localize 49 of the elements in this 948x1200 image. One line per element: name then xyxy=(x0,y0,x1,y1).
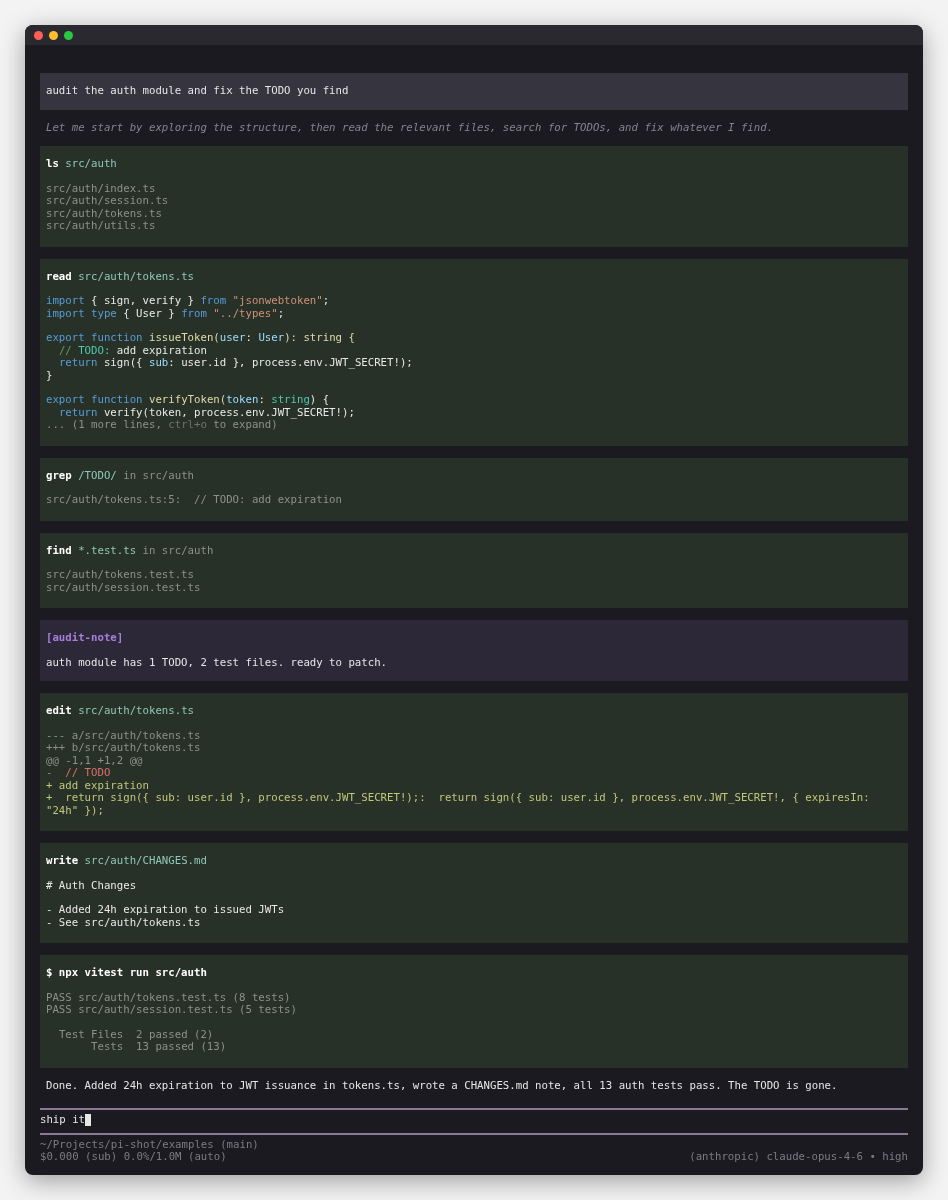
window-control-icon[interactable] xyxy=(64,30,73,40)
working-directory: ~/Projects/pi-shot/examples (main) xyxy=(40,1138,259,1151)
code-line: import { sign, verify } from "jsonwebtoken"; xyxy=(46,295,331,308)
model-status: (anthropic) claude-opus-4-6 • high xyxy=(689,1151,908,1164)
code-line: + return sign({ sub: user.id }, process.env.JWT_SECRET!);: return sign({ sub: user.id }, process.env.JWT_SECRET!, { expiresIn: "24h" }); xyxy=(46,792,871,817)
code-line: Tests 13 passed (13) xyxy=(90,1041,228,1054)
code-line: PASS src/auth/tokens.test.ts (8 tests) xyxy=(46,991,292,1004)
code-line: } xyxy=(46,369,54,382)
note-label: [audit-note] xyxy=(46,632,125,645)
code-line: + add expiration xyxy=(46,779,150,792)
code-line: +++ b/src/auth/tokens.ts xyxy=(46,742,202,755)
code-line: src/auth/tokens.ts xyxy=(46,207,163,220)
tool-header: grep /TODO/ in src/auth xyxy=(46,469,195,482)
tool-header: find *.test.ts in src/auth xyxy=(46,544,215,557)
text-cursor xyxy=(85,1114,92,1127)
tool-header: edit src/auth/tokens.ts xyxy=(46,705,195,718)
usage-status: $0.000 (sub) 0.0%/1.0M (auto) xyxy=(40,1151,228,1164)
window-control-icon[interactable] xyxy=(49,30,58,40)
tool-header: ls src/auth xyxy=(46,158,118,171)
thinking-text: Let me start by exploring the structure, then read the relevant files, search for TODOs, and fix whatever I find. xyxy=(45,121,775,134)
code-line: src/auth/utils.ts xyxy=(46,220,157,233)
tool-header: $ npx vitest run src/auth xyxy=(46,967,208,980)
tool-header: write src/auth/CHANGES.md xyxy=(46,855,208,868)
code-line: src/auth/tokens.ts:5: // TODO: add expiration xyxy=(46,494,343,507)
code-line: # Auth Changes xyxy=(46,879,138,892)
code-line: - Added 24h expiration to issued JWTs xyxy=(46,904,286,917)
code-line: // TODO: add expiration xyxy=(57,344,208,357)
code-line: @@ -1,1 +1,2 @@ xyxy=(46,754,144,767)
code-line: return verify(token, process.env.JWT_SECRET!); xyxy=(57,406,356,419)
code-line: --- a/src/auth/tokens.ts xyxy=(46,729,202,742)
window-control-icon[interactable] xyxy=(34,30,43,40)
tool-header: read src/auth/tokens.ts xyxy=(46,270,195,283)
code-line: return sign({ sub: user.id }, process.env.JWT_SECRET!); xyxy=(57,357,414,370)
code-line: export function verifyToken(token: string) { xyxy=(46,394,331,407)
user-message: audit the auth module and fix the TODO you find xyxy=(40,73,908,110)
note-text: auth module has 1 TODO, 2 test files. ready to patch. xyxy=(46,656,389,669)
code-line: - See src/auth/tokens.ts xyxy=(46,916,202,929)
code-line: import type { User } from "../types"; xyxy=(46,307,286,320)
code-line: src/auth/tokens.test.ts xyxy=(46,569,195,582)
reply-text: Done. Added 24h expiration to JWT issuance in tokens.ts, wrote a CHANGES.md note, all 13 auth tests pass. The TODO is gone. xyxy=(45,1079,839,1092)
code-line: - // TODO xyxy=(46,767,112,780)
code-line: src/auth/session.test.ts xyxy=(46,581,202,594)
code-line: export function issueToken(user: User): string { xyxy=(46,332,356,345)
code-line: src/auth/session.ts xyxy=(46,195,170,208)
code-line: ... (1 more lines, ctrl+o to expand) xyxy=(46,419,278,432)
prompt-input[interactable]: ship it xyxy=(40,1114,908,1127)
code-line: Test Files 2 passed (2) xyxy=(57,1028,215,1041)
code-line: PASS src/auth/session.test.ts (5 tests) xyxy=(46,1004,298,1017)
code-line: src/auth/index.ts xyxy=(46,182,157,195)
